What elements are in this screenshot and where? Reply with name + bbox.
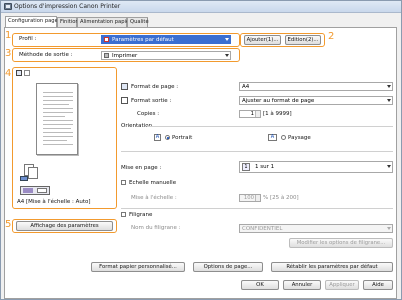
page-options-button[interactable]: Options de page... bbox=[193, 262, 263, 272]
manual-scaling-checkbox[interactable] bbox=[121, 180, 126, 185]
page-size-label: Format de page : bbox=[131, 84, 179, 90]
landscape-radio[interactable] bbox=[281, 135, 286, 140]
chevron-down-icon bbox=[225, 38, 229, 41]
ok-button[interactable]: OK bbox=[241, 280, 279, 290]
callout-number-1: 1 bbox=[5, 30, 12, 41]
copies-range: [1 à 9999] bbox=[263, 111, 292, 117]
watermark-label: Filigrane bbox=[129, 212, 153, 218]
tab-quality[interactable]: Qualité bbox=[127, 17, 149, 27]
watermark-options-button[interactable]: Modifier les options de filigrane... bbox=[289, 238, 393, 248]
layout-preview-icon bbox=[20, 186, 50, 195]
profile-value: Paramètres par défaut bbox=[112, 37, 174, 43]
edit-profile-button[interactable]: Edition(2)... bbox=[285, 35, 321, 45]
output-size-select[interactable]: Ajuster au format de page bbox=[239, 96, 393, 105]
output-size-value: Ajuster au format de page bbox=[242, 98, 315, 104]
landscape-icon: A bbox=[268, 134, 277, 141]
landscape-label: Paysage bbox=[288, 135, 311, 141]
scaling-spinner[interactable]: 100 bbox=[239, 194, 261, 202]
custom-paper-size-button[interactable]: Format papier personnalisé... bbox=[91, 262, 185, 272]
section-separator bbox=[121, 151, 393, 152]
paper-stack-icon bbox=[20, 164, 44, 182]
chevron-down-icon bbox=[387, 99, 391, 102]
profile-icon bbox=[104, 37, 109, 42]
printer-icon bbox=[4, 3, 12, 10]
chevron-down-icon bbox=[225, 54, 229, 57]
scaling-value: 100 bbox=[243, 195, 254, 201]
title-bar: Options d'impression Canon Printer bbox=[1, 1, 401, 13]
scaling-label: Mise à l'échelle : bbox=[131, 195, 177, 201]
printer-small-icon bbox=[104, 53, 109, 58]
tab-page-setup[interactable]: Configuration page bbox=[5, 16, 58, 27]
page-preview bbox=[36, 83, 78, 155]
chevron-down-icon bbox=[387, 227, 391, 230]
page-setup-panel: Profil : Paramètres par défaut Ajouter(1… bbox=[4, 27, 397, 299]
tab-paper-source[interactable]: Alimentation papier bbox=[77, 17, 131, 27]
callout-number-2: 2 bbox=[328, 31, 335, 42]
copies-label: Copies : bbox=[137, 111, 160, 117]
callout-number-4: 4 bbox=[5, 68, 12, 79]
spin-arrows-icon[interactable] bbox=[255, 111, 260, 117]
output-method-label: Méthode de sortie : bbox=[19, 52, 73, 58]
page-size-value: A4 bbox=[242, 84, 250, 90]
spin-arrows-icon[interactable] bbox=[255, 195, 260, 201]
page-size-icon bbox=[121, 83, 128, 90]
orientation-separator bbox=[147, 126, 393, 127]
layout-value: 1 sur 1 bbox=[255, 164, 275, 170]
callout-number-3: 3 bbox=[5, 48, 12, 59]
output-size-label: Format sortie : bbox=[131, 98, 172, 104]
profile-select[interactable]: Paramètres par défaut bbox=[101, 35, 231, 44]
window-title: Options d'impression Canon Printer bbox=[14, 3, 121, 10]
chevron-down-icon bbox=[387, 165, 391, 168]
output-method-value: Imprimer bbox=[112, 53, 138, 59]
output-method-select[interactable]: Imprimer bbox=[101, 51, 231, 60]
chevron-down-icon bbox=[387, 85, 391, 88]
portrait-radio[interactable] bbox=[165, 135, 170, 140]
portrait-icon: A bbox=[154, 134, 161, 141]
watermark-name-value: CONFIDENTIEL bbox=[242, 226, 283, 232]
preview-view-toggle[interactable] bbox=[16, 70, 34, 78]
manual-scaling-label: Echelle manuelle bbox=[129, 180, 177, 186]
watermark-checkbox[interactable] bbox=[121, 212, 126, 217]
copies-value: 1 bbox=[250, 111, 254, 117]
output-size-icon bbox=[121, 97, 128, 104]
cancel-button[interactable]: Annuler bbox=[283, 280, 321, 290]
layout-badge: 1 bbox=[242, 163, 250, 171]
layout-select[interactable]: 1 1 sur 1 bbox=[239, 161, 393, 173]
copies-spinner[interactable]: 1 bbox=[239, 110, 261, 118]
watermark-name-select[interactable]: CONFIDENTIEL bbox=[239, 224, 393, 233]
page-size-select[interactable]: A4 bbox=[239, 82, 393, 91]
restore-defaults-button[interactable]: Rétablir les paramètres par défaut bbox=[271, 262, 393, 272]
settings-display-button[interactable]: Affichage des paramètres bbox=[16, 221, 113, 231]
preview-caption: A4 [Mise à l'échelle : Auto] bbox=[17, 199, 91, 205]
portrait-label: Portrait bbox=[172, 135, 193, 141]
page-view-icon[interactable] bbox=[16, 70, 22, 76]
print-options-window: Options d'impression Canon Printer Confi… bbox=[0, 0, 402, 300]
help-button[interactable]: Aide bbox=[363, 280, 393, 290]
tab-finishing[interactable]: Finition bbox=[57, 17, 79, 27]
apply-button[interactable]: Appliquer bbox=[325, 280, 359, 290]
printer-view-icon[interactable] bbox=[24, 70, 30, 76]
callout-number-5: 5 bbox=[5, 219, 12, 230]
layout-label: Mise en page : bbox=[121, 165, 162, 171]
scaling-range: % [25 à 200] bbox=[263, 195, 299, 201]
watermark-name-label: Nom du filigrane : bbox=[131, 225, 181, 231]
add-profile-button[interactable]: Ajouter(1)... bbox=[244, 35, 281, 45]
section-separator-2 bbox=[121, 208, 393, 209]
